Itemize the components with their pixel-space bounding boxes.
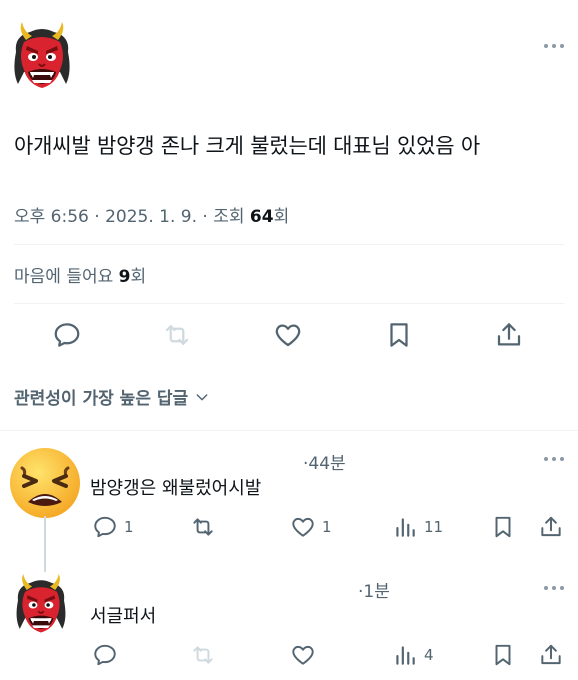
retweet-icon	[193, 518, 213, 536]
reply-avatar[interactable]	[8, 446, 82, 520]
bookmark-icon	[390, 323, 408, 347]
more-icon[interactable]	[544, 457, 564, 461]
reply-icon	[54, 323, 80, 347]
like-count: 1	[322, 518, 332, 536]
bookmark-button[interactable]	[490, 642, 516, 668]
reply-icon	[94, 644, 116, 666]
divider	[14, 303, 564, 304]
tweet-timestamp: 오후 6:56 · 2025. 1. 9. · 조회	[14, 207, 250, 227]
share-icon	[541, 516, 561, 537]
view-suffix: 회	[273, 207, 290, 227]
bookmark-icon	[495, 516, 511, 538]
like-button[interactable]: 1	[290, 514, 332, 540]
likes-suffix: 회	[130, 267, 147, 287]
view-count: 11	[424, 518, 444, 536]
retweet-button[interactable]	[190, 514, 222, 540]
reply-icon	[94, 516, 116, 538]
sort-label: 관련성이 가장 높은 답글	[14, 389, 189, 409]
reply-time: ·44분	[303, 454, 346, 474]
view-count: 4	[424, 646, 434, 664]
share-icon	[497, 323, 521, 346]
reply-avatar[interactable]	[12, 574, 70, 636]
chevron-down-icon	[196, 393, 208, 400]
author-avatar[interactable]	[10, 22, 74, 92]
demon-mask-icon	[10, 22, 74, 92]
views-icon	[396, 646, 415, 665]
views-icon	[396, 518, 415, 537]
like-icon	[275, 324, 301, 347]
demon-mask-icon	[12, 574, 70, 636]
more-icon[interactable]	[544, 44, 564, 48]
reply-text: 서글퍼서	[90, 606, 157, 627]
retweet-icon	[165, 325, 189, 345]
thread-connector	[44, 516, 46, 572]
likes-label: 마음에 들어요	[14, 267, 119, 287]
like-icon	[292, 645, 314, 665]
retweet-button[interactable]	[162, 320, 192, 350]
tweet-text: 아개씨발 밤양갱 존나 크게 불렀는데 대표님 있었음 아	[14, 134, 480, 158]
likes-count: 9	[118, 267, 131, 287]
like-button[interactable]	[273, 320, 303, 350]
divider	[14, 244, 564, 245]
like-button[interactable]	[290, 642, 322, 668]
bookmark-button[interactable]	[490, 514, 516, 540]
tweet-meta: 오후 6:56 · 2025. 1. 9. · 조회 64회	[14, 202, 289, 227]
share-button[interactable]	[538, 514, 564, 540]
reply-button[interactable]	[52, 320, 82, 350]
bookmark-icon	[495, 644, 511, 666]
views-button[interactable]: 4	[392, 642, 434, 668]
reply-text: 밤양갱은 왜불렀어시발	[90, 478, 262, 499]
reply-count: 1	[124, 518, 134, 536]
retweet-icon	[193, 646, 213, 664]
views-button[interactable]: 11	[392, 514, 443, 540]
view-count: 64	[249, 207, 274, 227]
like-icon	[292, 517, 314, 537]
bookmark-button[interactable]	[384, 320, 414, 350]
share-button[interactable]	[494, 320, 524, 350]
tired-face-emoji-icon	[10, 448, 80, 518]
retweet-button[interactable]	[190, 642, 222, 668]
reply-time: ·1분	[358, 582, 390, 602]
share-icon	[541, 644, 561, 665]
likes-summary[interactable]: 마음에 들어요 9회	[14, 262, 146, 287]
more-icon[interactable]	[544, 586, 564, 590]
reply-button[interactable]: 1	[92, 514, 134, 540]
share-button[interactable]	[538, 642, 564, 668]
reply-sort-dropdown[interactable]: 관련성이 가장 높은 답글	[14, 384, 210, 409]
reply-button[interactable]	[92, 642, 124, 668]
divider	[0, 430, 578, 431]
